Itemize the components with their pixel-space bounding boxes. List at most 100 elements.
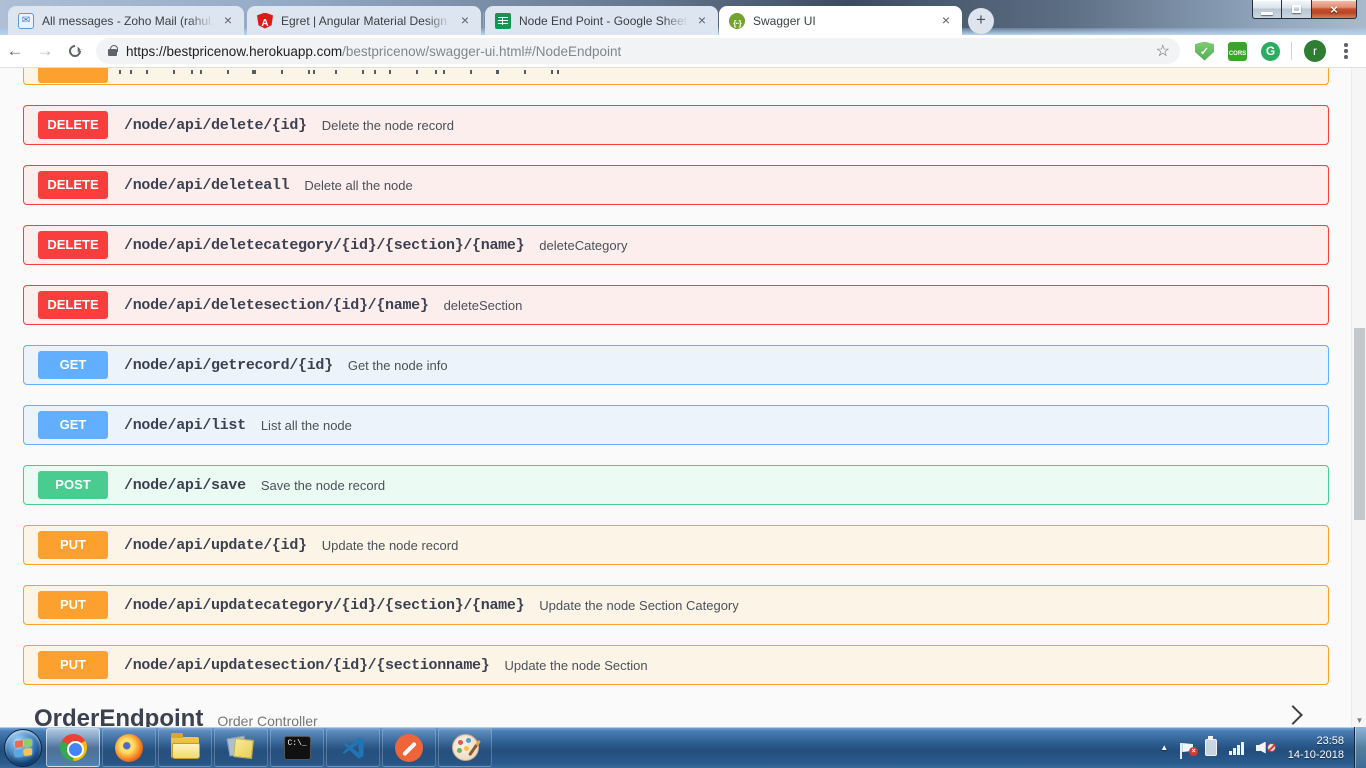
sticky-notes-icon [228, 735, 254, 761]
endpoint-row-partial[interactable] [23, 68, 1329, 85]
endpoint-list: DELETE /node/api/delete/{id} Delete the … [23, 105, 1329, 685]
endpoint-row[interactable]: PUT /node/api/update/{id} Update the nod… [23, 525, 1329, 565]
taskbar-paint-button[interactable] [438, 728, 492, 767]
start-button[interactable] [4, 729, 42, 767]
order-endpoint-section-header[interactable]: OrderEndpoint Order Controller [34, 705, 318, 727]
show-desktop-button[interactable] [1354, 727, 1366, 768]
url-text: https://bestpricenow.herokuapp.com/bestp… [126, 44, 621, 59]
endpoint-path: /node/api/delete/{id} [124, 117, 307, 134]
windows-taskbar: C:\_ ▲ × 23:58 14-10-2018 [0, 727, 1366, 768]
network-signal-icon[interactable] [1229, 741, 1244, 755]
command-prompt-icon: C:\_ [284, 736, 311, 760]
browser-menu-icon[interactable] [1334, 43, 1358, 59]
windows-flag-icon [15, 739, 32, 757]
taskbar-sticky-notes-button[interactable] [214, 728, 268, 767]
swagger-page: DELETE /node/api/delete/{id} Delete the … [0, 68, 1366, 727]
method-badge: PUT [38, 651, 108, 679]
taskbar-chrome-button[interactable] [46, 728, 100, 767]
tab-title: All messages - Zoho Mail (rahul.t [42, 14, 214, 28]
swagger-icon: {··} [729, 13, 745, 29]
tab-zoho-mail[interactable]: ✉ All messages - Zoho Mail (rahul.t × [8, 6, 244, 35]
endpoint-row[interactable]: GET /node/api/getrecord/{id} Get the nod… [23, 345, 1329, 385]
taskbar-vscode-button[interactable] [326, 728, 380, 767]
close-tab-icon[interactable]: × [457, 13, 473, 29]
endpoint-description: Delete the node record [322, 118, 454, 133]
paint-palette-icon [452, 734, 479, 761]
tab-title: Egret | Angular Material Design A [281, 14, 451, 28]
scrollbar-thumb[interactable] [1354, 328, 1365, 520]
endpoint-path: /node/api/deletecategory/{id}/{section}/… [124, 237, 524, 254]
endpoint-description: deleteSection [444, 298, 523, 313]
browser-toolbar: ← → https://bestpricenow.herokuapp.com/b… [0, 35, 1366, 68]
endpoint-row[interactable]: POST /node/api/save Save the node record [23, 465, 1329, 505]
method-badge: PUT [38, 591, 108, 619]
clipped-path-text [119, 70, 559, 74]
expand-chevron-icon[interactable] [1283, 705, 1303, 725]
section-title: OrderEndpoint [34, 705, 203, 727]
endpoint-path: /node/api/deletesection/{id}/{name} [124, 297, 429, 314]
system-tray: ▲ × 23:58 14-10-2018 [1152, 727, 1366, 768]
endpoint-row[interactable]: DELETE /node/api/deleteall Delete all th… [23, 165, 1329, 205]
show-hidden-icons-arrow[interactable]: ▲ [1152, 743, 1176, 752]
endpoint-row[interactable]: PUT /node/api/updatesection/{id}/{sectio… [23, 645, 1329, 685]
angular-icon: A [257, 13, 273, 29]
taskbar-postman-button[interactable] [382, 728, 436, 767]
battery-icon[interactable] [1205, 739, 1217, 756]
tab-egret-angular[interactable]: A Egret | Angular Material Design A × [247, 6, 481, 35]
cors-extension-icon[interactable]: CORS [1228, 42, 1247, 61]
endpoint-path: /node/api/updatesection/{id}/{sectionnam… [124, 657, 489, 674]
clock-date: 14-10-2018 [1288, 748, 1344, 762]
grammarly-icon[interactable]: G [1261, 42, 1280, 61]
tab-swagger-ui[interactable]: {··} Swagger UI × [719, 6, 962, 35]
google-sheets-icon [495, 13, 511, 29]
close-tab-icon[interactable]: × [694, 13, 710, 29]
method-badge: DELETE [38, 231, 108, 259]
volume-muted-icon[interactable] [1256, 742, 1270, 754]
tab-google-sheets[interactable]: Node End Point - Google Sheets × [485, 6, 718, 35]
endpoint-row[interactable]: PUT /node/api/updatecategory/{id}/{secti… [23, 585, 1329, 625]
endpoint-description: Save the node record [261, 478, 385, 493]
close-window-button[interactable]: × [1311, 0, 1357, 19]
method-badge: GET [38, 411, 108, 439]
method-badge: DELETE [38, 291, 108, 319]
close-tab-icon[interactable]: × [938, 13, 954, 29]
endpoint-row[interactable]: DELETE /node/api/deletecategory/{id}/{se… [23, 225, 1329, 265]
endpoint-description: Delete all the node [304, 178, 412, 193]
maximize-button[interactable] [1282, 0, 1311, 19]
taskbar-clock[interactable]: 23:58 14-10-2018 [1288, 734, 1344, 762]
address-bar[interactable]: https://bestpricenow.herokuapp.com/bestp… [96, 38, 1180, 64]
taskbar-explorer-button[interactable] [158, 728, 212, 767]
reload-icon[interactable] [60, 45, 90, 57]
toolbar-separator [1291, 42, 1292, 60]
method-badge: DELETE [38, 171, 108, 199]
close-tab-icon[interactable]: × [220, 13, 236, 29]
explorer-folder-icon [171, 737, 199, 758]
endpoint-description: Get the node info [348, 358, 448, 373]
method-badge: PUT [38, 531, 108, 559]
profile-avatar[interactable]: r [1304, 40, 1326, 62]
zoho-mail-icon: ✉ [18, 13, 34, 29]
adblock-shield-icon[interactable]: ✓ [1195, 42, 1214, 61]
method-badge: GET [38, 351, 108, 379]
forward-icon: → [30, 41, 60, 61]
scrollbar-down-arrow[interactable]: ▼ [1352, 716, 1366, 725]
taskbar-firefox-button[interactable] [102, 728, 156, 767]
taskbar-cmd-button[interactable]: C:\_ [270, 728, 324, 767]
endpoint-description: List all the node [261, 418, 352, 433]
minimize-button[interactable] [1252, 0, 1282, 19]
bookmark-star-icon[interactable]: ☆ [1156, 41, 1170, 61]
back-icon[interactable]: ← [0, 41, 30, 61]
endpoint-description: Update the node Section [504, 658, 647, 673]
tab-separator [245, 12, 246, 29]
endpoint-row[interactable]: DELETE /node/api/deletesection/{id}/{nam… [23, 285, 1329, 325]
endpoint-description: Update the node Section Category [539, 598, 738, 613]
new-tab-button[interactable]: + [968, 8, 994, 34]
secure-lock-icon[interactable] [108, 49, 117, 56]
endpoint-description: Update the node record [322, 538, 459, 553]
url-path: /bestpricenow/swagger-ui.html#/NodeEndpo… [342, 44, 621, 59]
page-scrollbar[interactable]: ▼ [1351, 68, 1366, 727]
tab-separator [483, 12, 484, 29]
action-center-flag-icon[interactable]: × [1182, 743, 1193, 752]
endpoint-row[interactable]: GET /node/api/list List all the node [23, 405, 1329, 445]
endpoint-row[interactable]: DELETE /node/api/delete/{id} Delete the … [23, 105, 1329, 145]
